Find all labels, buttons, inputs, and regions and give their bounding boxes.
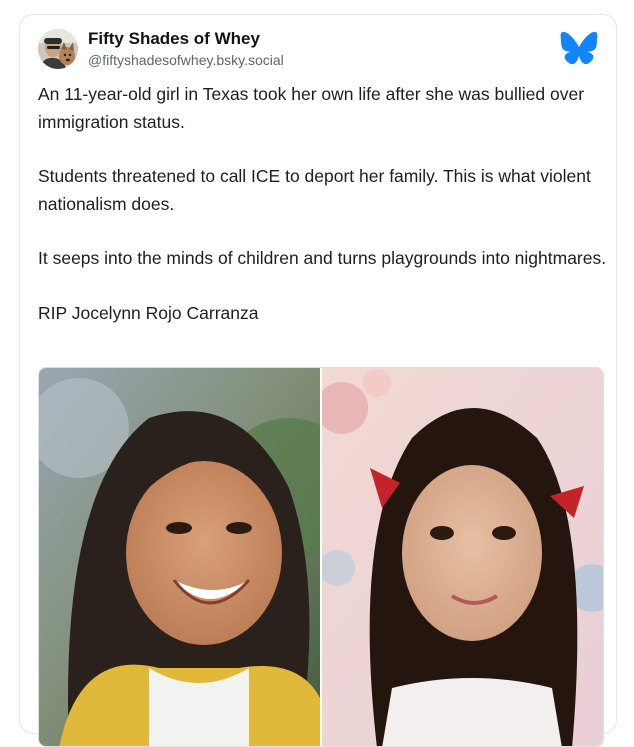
- author-avatar[interactable]: [38, 29, 78, 69]
- post-paragraph-2: Students threatened to call ICE to depor…: [38, 166, 591, 214]
- author-display-name[interactable]: Fifty Shades of Whey: [88, 29, 260, 49]
- post-paragraph-1: An 11-year-old girl in Texas took her ow…: [38, 84, 585, 132]
- post-paragraph-3: It seeps into the minds of children and …: [38, 248, 607, 268]
- post-text: An 11-year-old girl in Texas took her ow…: [38, 81, 608, 354]
- post-card[interactable]: Fifty Shades of Whey @fiftyshadesofwhey.…: [19, 14, 617, 747]
- photo-left[interactable]: [39, 368, 359, 746]
- post-header: Fifty Shades of Whey @fiftyshadesofwhey.…: [38, 27, 598, 71]
- avatar-photo-icon: [38, 29, 78, 69]
- photo-right[interactable]: [316, 368, 603, 746]
- post-paragraph-4: RIP Jocelynn Rojo Carranza: [38, 302, 259, 323]
- bluesky-butterfly-icon[interactable]: [560, 31, 598, 65]
- post-media[interactable]: [38, 367, 604, 747]
- author-handle[interactable]: @fiftyshadesofwhey.bsky.social: [88, 52, 284, 68]
